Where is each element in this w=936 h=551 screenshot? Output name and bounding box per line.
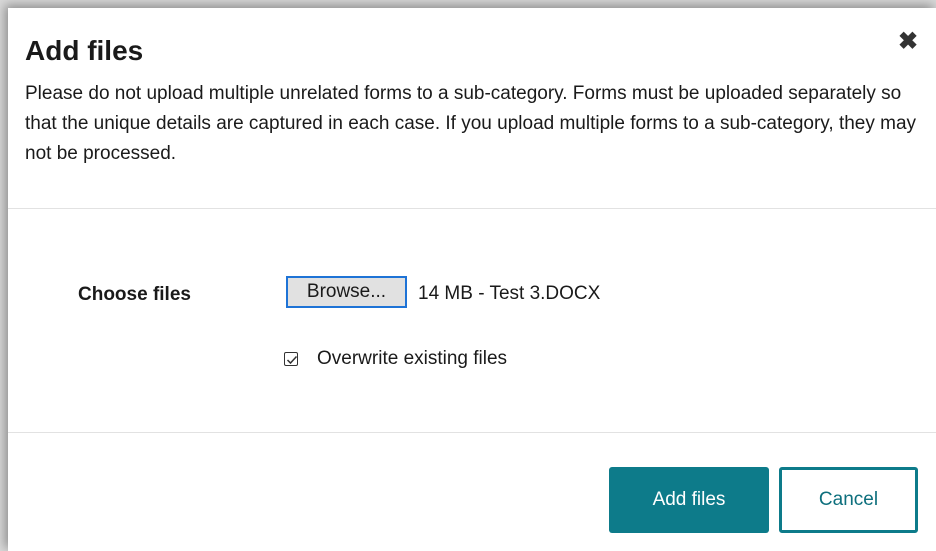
- selected-file-name: 14 MB - Test 3.DOCX: [418, 283, 601, 304]
- add-files-button[interactable]: Add files: [609, 467, 769, 533]
- overwrite-label: Overwrite existing files: [317, 348, 508, 369]
- dialog-description: Please do not upload multiple unrelated …: [25, 83, 917, 164]
- dialog-header: Add files ✖ Please do not upload multipl…: [8, 8, 936, 209]
- overwrite-checkbox[interactable]: [284, 352, 298, 366]
- checkmark-icon: [286, 355, 298, 365]
- cancel-button[interactable]: Cancel: [779, 467, 918, 533]
- close-icon[interactable]: ✖: [896, 30, 920, 54]
- browse-button[interactable]: Browse...: [286, 276, 407, 308]
- add-files-dialog: Add files ✖ Please do not upload multipl…: [8, 8, 936, 551]
- dialog-body: Choose files Browse... 14 MB - Test 3.DO…: [8, 209, 936, 433]
- choose-files-label: Choose files: [78, 284, 191, 305]
- overwrite-option[interactable]: Overwrite existing files: [284, 347, 507, 371]
- dialog-title: Add files: [25, 35, 144, 66]
